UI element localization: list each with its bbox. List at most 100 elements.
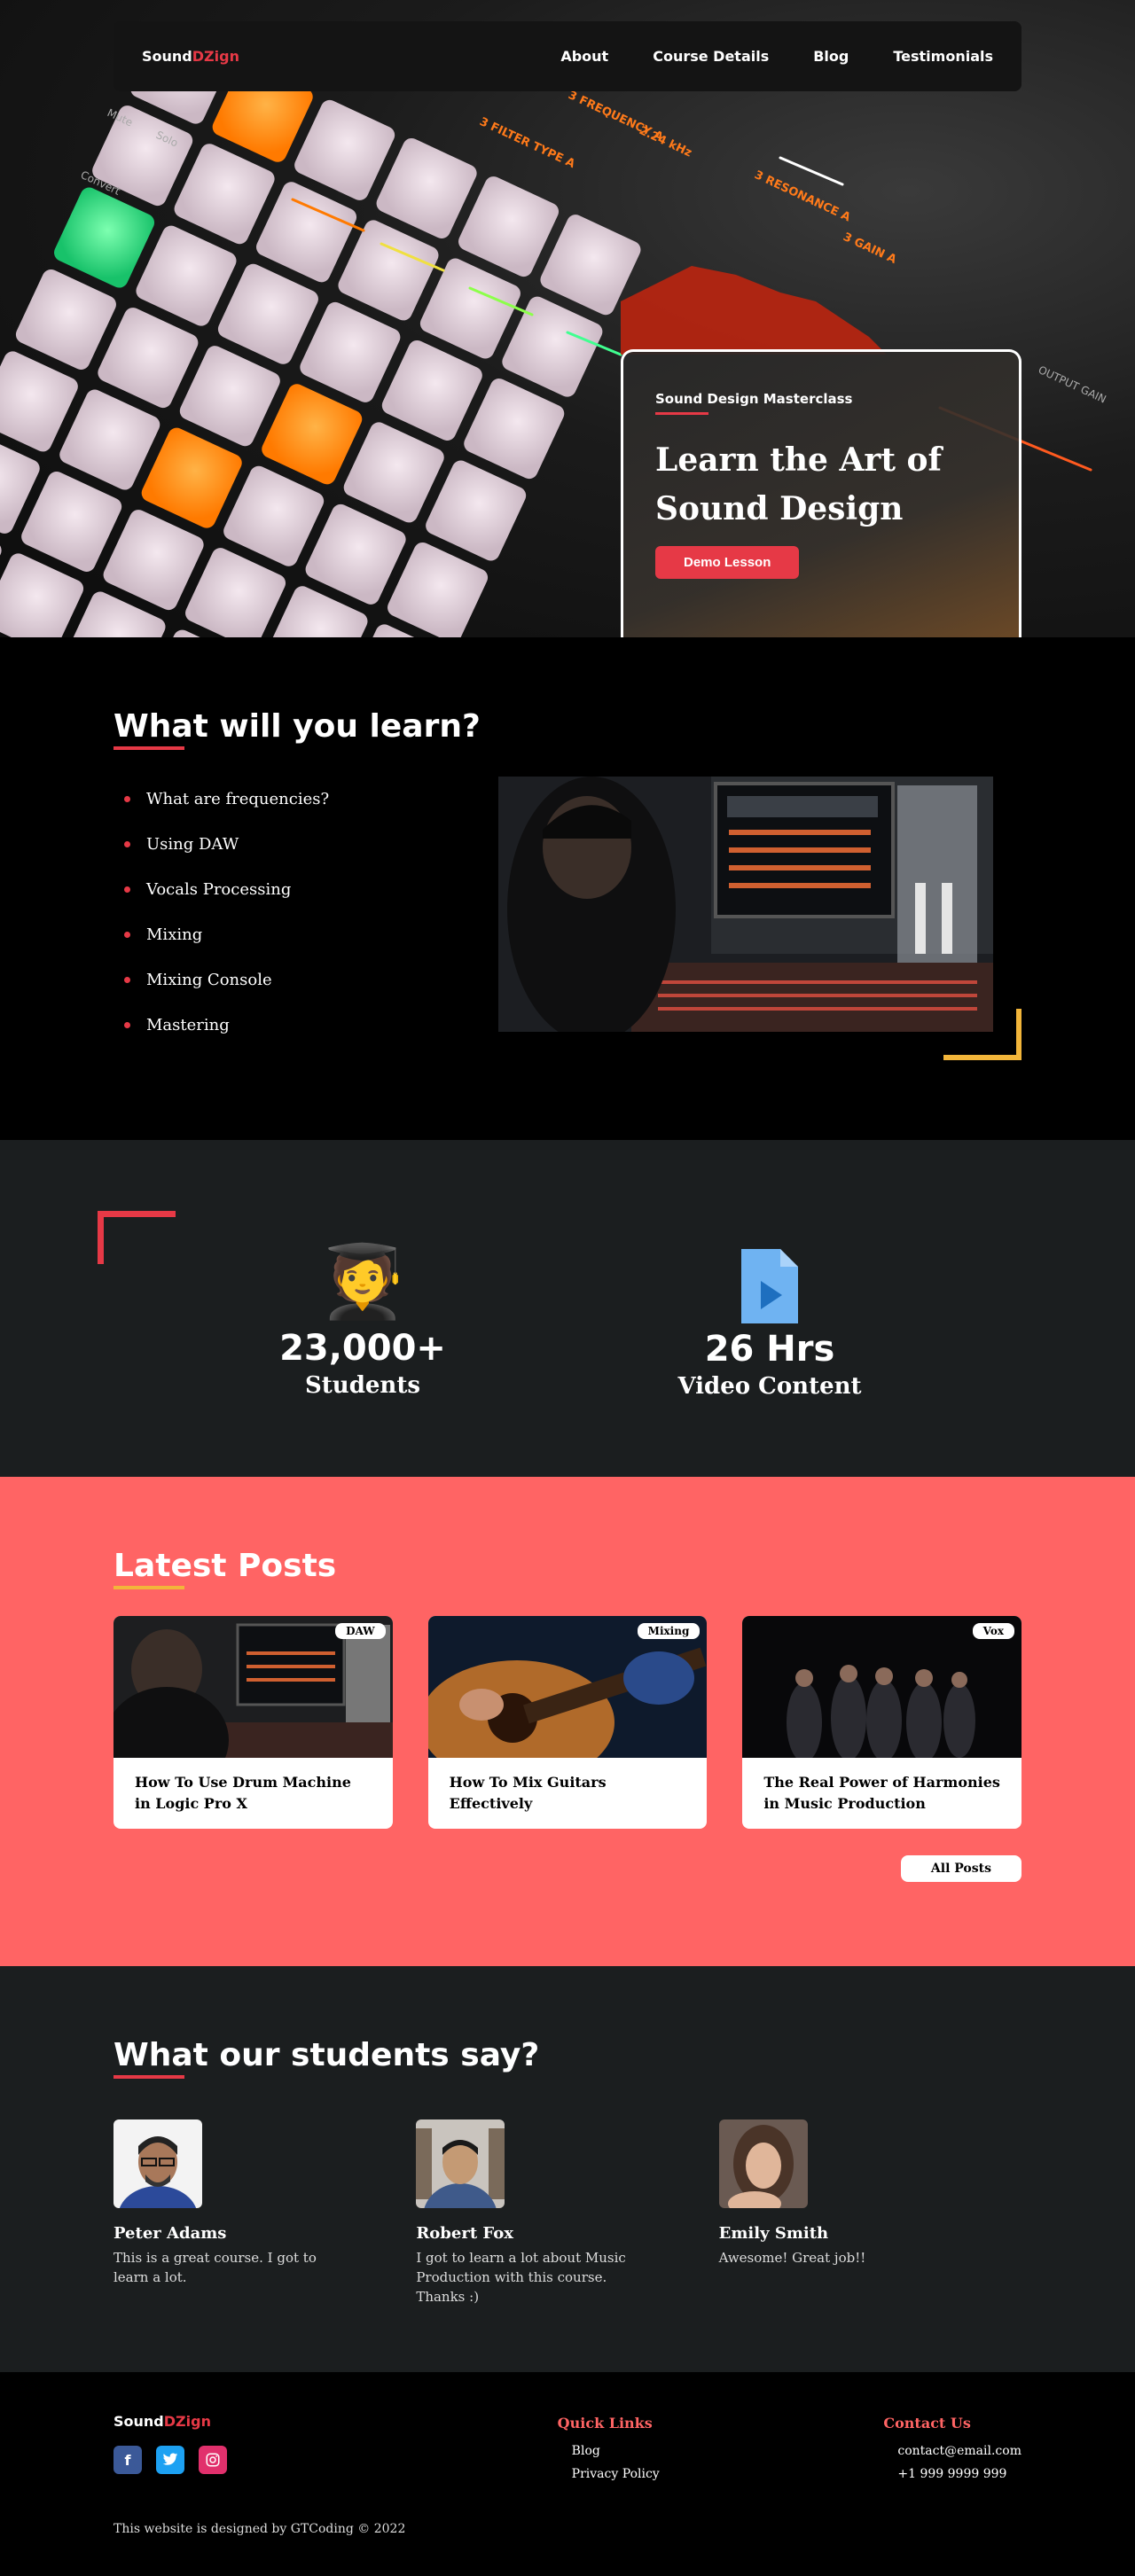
contact-email[interactable]: contact@email.com xyxy=(897,2444,1022,2467)
contact-phone[interactable]: +1 999 9999 999 xyxy=(897,2467,1022,2490)
hero-title-line1: Learn the Art of xyxy=(655,441,943,479)
bullet-icon xyxy=(124,977,130,983)
launchpad-pad xyxy=(464,379,565,480)
launchpad-pad xyxy=(294,99,395,200)
graduate-icon: 🧑‍🎓 xyxy=(318,1240,407,1323)
list-item-label: Using DAW xyxy=(146,835,239,854)
learn-section: What will you learn? What are frequencie… xyxy=(0,637,1135,1140)
nav-link-blog[interactable]: Blog xyxy=(813,48,849,65)
list-item-label: Mixing xyxy=(146,925,203,944)
testimonial-text: I got to learn a lot about Music Product… xyxy=(416,2250,626,2305)
quick-links-title: Quick Links xyxy=(557,2415,653,2432)
launchpad-pad xyxy=(59,389,160,490)
testimonial-text: Awesome! Great job!! xyxy=(718,2250,866,2266)
avatar xyxy=(718,2119,808,2208)
demo-lesson-button[interactable]: Demo Lesson xyxy=(655,546,800,579)
footer-logo[interactable]: SoundDZign xyxy=(114,2413,227,2430)
footer-link-privacy[interactable]: Privacy Policy xyxy=(572,2467,660,2490)
launchpad-pad xyxy=(376,137,477,238)
footer-link-blog[interactable]: Blog xyxy=(572,2444,660,2467)
twitter-icon[interactable] xyxy=(156,2446,184,2474)
launchpad-pad xyxy=(458,176,560,277)
post-title[interactable]: How To Use Drum Machine in Logic Pro X xyxy=(114,1758,393,1829)
post-image: DAW xyxy=(114,1616,393,1758)
launchpad-pad xyxy=(300,301,401,402)
video-file-icon xyxy=(637,1237,903,1327)
bullet-icon xyxy=(124,841,130,847)
post-card[interactable]: DAW How To Use Drum Machine in Logic Pro… xyxy=(114,1616,393,1829)
footer-credit: This website is designed by GTCoding © 2… xyxy=(114,2522,406,2536)
list-item: Vocals Processing xyxy=(124,867,329,912)
launchpad-pad xyxy=(223,465,325,566)
launchpad-pad xyxy=(103,510,204,611)
post-tag: DAW xyxy=(335,1623,386,1639)
decorative-corner xyxy=(98,1211,176,1264)
stat-students: 🧑‍🎓 23,000+ Students xyxy=(230,1237,496,1399)
launchpad-pad xyxy=(256,182,357,283)
stat-video-content: 26 Hrs Video Content xyxy=(637,1237,903,1400)
svg-text:3 RESONANCE A: 3 RESONANCE A xyxy=(752,168,852,224)
post-card[interactable]: Vox The Real Power of Harmonies in Music… xyxy=(742,1616,1022,1829)
all-posts-button[interactable]: All Posts xyxy=(900,1855,1022,1882)
testimonial-item: Emily Smith Awesome! Great job!! xyxy=(718,2119,1022,2307)
stat-value: 23,000+ xyxy=(279,1328,446,1369)
site-footer: SoundDZign f Quick Links Blog Privacy Po… xyxy=(0,2372,1135,2576)
post-title[interactable]: How To Mix Guitars Effectively xyxy=(428,1758,708,1829)
list-item-label: What are frequencies? xyxy=(146,790,330,808)
post-card[interactable]: Mixing How To Mix Guitars Effectively xyxy=(427,1616,708,1829)
post-image: Mixing xyxy=(427,1616,708,1758)
stat-label: Video Content xyxy=(677,1373,862,1401)
testimonials-title: What our students say? xyxy=(114,2037,540,2073)
launchpad-pad xyxy=(21,471,122,572)
testimonial-text: This is a great course. I got to learn a… xyxy=(114,2250,317,2285)
list-item: What are frequencies? xyxy=(124,777,329,822)
launchpad-pad xyxy=(502,296,603,397)
nav-links: About Course Details Blog Testimonials xyxy=(560,48,993,65)
testimonial-item: Robert Fox I got to learn a lot about Mu… xyxy=(416,2119,718,2307)
social-links: f xyxy=(114,2446,227,2474)
bullet-icon xyxy=(124,886,130,893)
svg-text:3 GAIN A: 3 GAIN A xyxy=(841,230,898,267)
bullet-icon xyxy=(124,796,130,802)
list-item-label: Mastering xyxy=(146,1016,230,1034)
launchpad-pad xyxy=(338,220,439,321)
avatar xyxy=(416,2119,505,2208)
list-item: Mastering xyxy=(124,1003,329,1048)
testimonial-name: Emily Smith xyxy=(718,2224,829,2243)
bullet-icon xyxy=(124,1022,130,1028)
nav-link-about[interactable]: About xyxy=(560,48,608,65)
contact-title: Contact Us xyxy=(883,2415,971,2432)
launchpad-pad xyxy=(387,542,489,637)
testimonial-item: Peter Adams This is a great course. I go… xyxy=(114,2119,416,2307)
posts-title: Latest Posts xyxy=(114,1548,337,1584)
svg-text:3 FILTER TYPE A: 3 FILTER TYPE A xyxy=(477,115,576,171)
studio-image xyxy=(498,777,993,1032)
launchpad-pad xyxy=(92,105,193,207)
facebook-icon[interactable]: f xyxy=(114,2446,142,2474)
list-item: Mixing xyxy=(124,912,329,957)
avatar xyxy=(114,2119,202,2208)
posts-section: Latest Posts DAW How To Use Drum Machine… xyxy=(0,1477,1135,1966)
hero-title: Learn the Art of Sound Design xyxy=(655,436,987,534)
title-underline xyxy=(114,746,184,750)
svg-text:OUTPUT GAIN: OUTPUT GAIN xyxy=(1037,363,1108,406)
hero-section: 3 FILTER TYPE A 3 FREQUENCY A 2.24 kHz 3… xyxy=(0,0,1135,637)
site-logo[interactable]: SoundDZign xyxy=(142,48,239,65)
title-underline xyxy=(114,2075,184,2079)
launchpad-pad xyxy=(343,422,444,523)
footer-brand: SoundDZign f xyxy=(114,2413,227,2490)
post-title[interactable]: The Real Power of Harmonies in Music Pro… xyxy=(742,1758,1022,1829)
stats-section: 🧑‍🎓 23,000+ Students 26 Hrs Video Conten… xyxy=(0,1140,1135,1477)
nav-link-testimonials[interactable]: Testimonials xyxy=(893,48,993,65)
instagram-icon[interactable] xyxy=(199,2446,227,2474)
post-tag: Vox xyxy=(972,1623,1015,1639)
list-item: Using DAW xyxy=(124,822,329,867)
launchpad-pad xyxy=(419,258,521,359)
testimonials-section: What our students say? Peter Adams This … xyxy=(0,1966,1135,2372)
stat-label: Students xyxy=(305,1372,420,1399)
launchpad-pad xyxy=(15,269,116,370)
nav-link-course-details[interactable]: Course Details xyxy=(653,48,769,65)
studio-image-frame xyxy=(498,777,1022,1060)
logo-text-part2: DZign xyxy=(163,2413,211,2430)
kicker-underline xyxy=(655,412,708,415)
